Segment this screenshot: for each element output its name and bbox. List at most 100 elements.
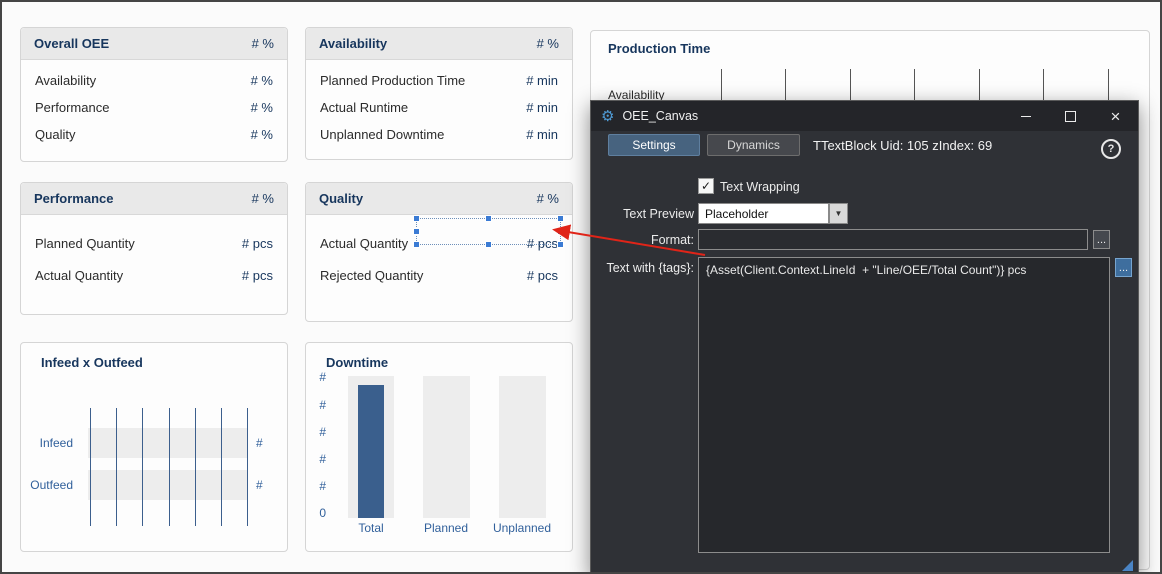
quality-card: Quality # % Actual Quantity # pcs Reject… [305,182,573,322]
selection-handle[interactable] [557,228,564,235]
timeline-gridline [195,408,196,526]
chevron-down-icon: ▼ [835,209,843,218]
tags-more-button[interactable]: ... [1115,258,1132,277]
y-tick: 0 [312,506,326,520]
performance-card: Performance # % Planned Quantity # pcs A… [20,182,288,315]
text-with-tags-textarea[interactable]: {Asset(Client.Context.LineId + "Line/OEE… [698,257,1110,553]
metric-value: # pcs [242,236,273,251]
metric-value: # min [526,100,558,115]
card-title: Performance [34,191,113,206]
metric-row: Planned Production Time # min [306,67,572,94]
quality-header: Quality # % [306,183,572,215]
metric-label: Planned Production Time [320,73,465,88]
timeline-gridline [116,408,117,526]
text-with-tags-label: Text with {tags}: [591,261,694,275]
metric-label: Quality [35,127,75,142]
timeline-gridline [169,408,170,526]
app-window: Overall OEE # % Availability # % Perform… [0,0,1162,574]
selection-handle[interactable] [485,241,492,248]
x-category: Total [351,521,391,535]
metric-label: Actual Runtime [320,100,408,115]
dialog-resize-grip[interactable] [1122,560,1133,571]
metric-label: Actual Quantity [320,236,408,251]
card-title: Overall OEE [34,36,109,51]
metric-value: # min [526,127,558,142]
metric-row: Planned Quantity # pcs [21,227,287,259]
metric-value: # % [251,100,273,115]
text-preview-dropdown-button[interactable]: ▼ [829,203,848,224]
textblock-selection-marquee[interactable] [416,218,561,245]
outfeed-label: Outfeed [27,478,73,492]
card-title: Quality [319,191,363,206]
metric-value: # min [526,73,558,88]
selection-handle[interactable] [557,215,564,222]
minimize-button[interactable] [1003,101,1048,131]
selection-handle[interactable] [413,241,420,248]
y-tick: # [312,452,326,466]
metric-label: Availability [35,73,96,88]
format-label: Format: [591,233,694,247]
y-tick: # [312,370,326,384]
metric-row: Unplanned Downtime # min [306,121,572,148]
availability-header: Availability # % [306,28,572,60]
outfeed-band [88,470,248,500]
metric-label: Rejected Quantity [320,268,423,283]
metric-row: Performance # % [21,94,287,121]
tab-dynamics[interactable]: Dynamics [707,134,800,156]
metric-label: Unplanned Downtime [320,127,444,142]
minimize-icon [1021,116,1031,117]
metric-label: Performance [35,100,109,115]
card-header-value: # % [252,191,274,206]
timeline-gridline [142,408,143,526]
selection-handle[interactable] [413,228,420,235]
performance-header: Performance # % [21,183,287,215]
x-category: Planned [421,521,471,535]
bar-band-unplanned [499,376,546,518]
metric-row: Actual Quantity # pcs [21,259,287,291]
selected-object-info: TTextBlock Uid: 105 zIndex: 69 [813,138,992,153]
maximize-icon [1065,111,1076,122]
format-input[interactable] [698,229,1088,250]
dialog-title: OEE_Canvas [622,109,698,123]
text-wrapping-checkbox[interactable]: ✓ [698,178,714,194]
close-icon: × [1111,108,1121,125]
selection-handle[interactable] [557,241,564,248]
metric-row: Quality # % [21,121,287,148]
outfeed-value: # [256,478,263,492]
timeline-gridline [247,408,248,526]
dialog-titlebar[interactable]: ⚙ OEE_Canvas × [591,101,1138,131]
metric-value: # % [251,73,273,88]
card-title: Production Time [608,41,710,56]
timeline-gridline [221,408,222,526]
card-title: Availability [319,36,387,51]
card-title: Downtime [326,355,388,370]
metric-row: Availability # % [21,67,287,94]
infeed-outfeed-card: Infeed x Outfeed Infeed Outfeed # # [20,342,288,552]
x-category: Unplanned [491,521,553,535]
availability-card: Availability # % Planned Production Time… [305,27,573,160]
maximize-button[interactable] [1048,101,1093,131]
y-tick: # [312,479,326,493]
selection-handle[interactable] [413,215,420,222]
infeed-value: # [256,436,263,450]
y-tick: # [312,425,326,439]
close-button[interactable]: × [1093,101,1138,131]
help-icon[interactable]: ? [1101,139,1121,159]
timeline-gridline [90,408,91,526]
overall-oee-card: Overall OEE # % Availability # % Perform… [20,27,288,162]
metric-value: # pcs [242,268,273,283]
tab-settings[interactable]: Settings [608,134,700,156]
oee-canvas-dialog: ⚙ OEE_Canvas × Settings Dynamics TTextBl… [590,100,1139,574]
metric-value: # pcs [527,268,558,283]
overall-oee-header: Overall OEE # % [21,28,287,60]
format-more-button[interactable]: ... [1093,230,1110,249]
gear-icon: ⚙ [601,109,614,124]
text-preview-select[interactable]: Placeholder [698,203,829,224]
card-title: Infeed x Outfeed [41,355,143,370]
metric-value: # % [251,127,273,142]
total-downtime-bar [358,385,384,518]
downtime-card: Downtime # # # # # 0 Total Planned Unpla… [305,342,573,552]
metric-label: Actual Quantity [35,268,123,283]
selection-handle[interactable] [485,215,492,222]
metric-label: Planned Quantity [35,236,135,251]
